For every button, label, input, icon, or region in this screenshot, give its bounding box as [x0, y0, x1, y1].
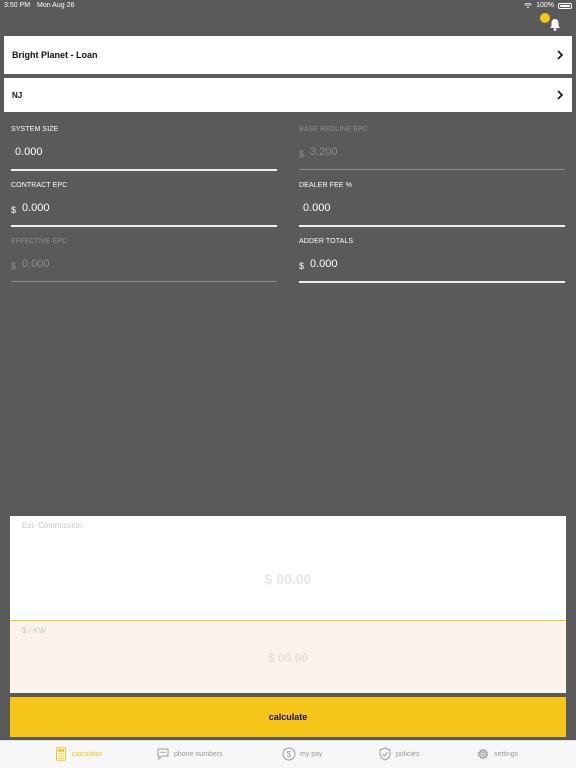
base-redline-epc-field: BASE REDLINE EPC $ 3.200 [299, 126, 565, 170]
state-selector[interactable]: NJ [4, 78, 572, 112]
adder-totals-label: ADDER TOTALS [299, 238, 354, 245]
effective-epc-label: EFFECTIVE EPC [11, 238, 68, 245]
base-redline-epc-value: 3.200 [310, 146, 338, 158]
status-time: 3:50 PM [4, 2, 31, 9]
battery-icon [558, 2, 572, 9]
commission-value: $ 00.00 [264, 571, 312, 587]
system-size-label: SYSTEM SIZE [11, 126, 59, 133]
calculator-icon [56, 747, 66, 761]
effective-epc-field: EFFECTIVE EPC $ 0.000 [11, 238, 277, 282]
chat-icon [157, 748, 169, 761]
field-underline [299, 225, 565, 227]
field-underline [11, 169, 277, 171]
dollar-icon: $ [282, 747, 296, 761]
field-underline [299, 281, 565, 283]
contract-epc-label: CONTRACT EPC [11, 182, 68, 189]
chevron-right-icon [557, 90, 564, 100]
status-bar: 3:50 PM Mon Aug 26 100% [0, 0, 576, 14]
tab-label: calculator [72, 750, 102, 758]
field-underline [299, 169, 565, 170]
tab-label: settings [494, 750, 519, 758]
wifi-icon [524, 2, 532, 8]
status-date: Mon Aug 26 [37, 2, 75, 9]
base-redline-epc-label: BASE REDLINE EPC [299, 126, 368, 133]
adder-totals-value[interactable]: 0.000 [310, 258, 338, 270]
shield-icon [379, 747, 391, 761]
contract-epc-field[interactable]: CONTRACT EPC $ 0.000 [11, 182, 277, 227]
system-size-value[interactable]: 0.000 [15, 146, 43, 158]
tab-label: my pay [300, 750, 323, 758]
currency-symbol: $ [299, 149, 305, 159]
state-selector-label: NJ [12, 90, 23, 100]
tab-policies[interactable]: policies [378, 747, 419, 761]
tab-bar: calculator phone numbers $ my pay polici… [0, 740, 576, 768]
per-kw-label: $ / KW [22, 626, 47, 635]
program-selector[interactable]: Bright Planet - Loan [4, 36, 572, 74]
tab-label: phone numbers [174, 750, 223, 758]
battery-percent: 100% [536, 2, 554, 9]
tab-calculator[interactable]: calculator [54, 747, 102, 761]
tab-label: policies [396, 750, 420, 758]
contract-epc-value[interactable]: 0.000 [22, 202, 50, 214]
dealer-fee-value[interactable]: 0.000 [303, 202, 331, 214]
system-size-field[interactable]: SYSTEM SIZE 0.000 [11, 126, 277, 171]
gear-icon [477, 748, 489, 760]
per-kw-value: $ 00.00 [267, 651, 309, 665]
per-kw-panel: $ / KW $ 00.00 [10, 621, 566, 693]
currency-symbol: $ [299, 261, 305, 271]
svg-text:$: $ [287, 750, 292, 759]
commission-panel: Est. Commission $ 00.00 [10, 516, 566, 621]
bell-icon[interactable] [548, 16, 562, 32]
tab-settings[interactable]: settings [476, 747, 518, 761]
field-underline [11, 281, 277, 282]
program-selector-label: Bright Planet - Loan [12, 50, 98, 60]
commission-label: Est. Commission [22, 521, 83, 530]
calculate-button[interactable]: calculate [10, 697, 566, 737]
field-underline [11, 225, 277, 227]
adder-totals-field[interactable]: ADDER TOTALS $ 0.000 [299, 238, 565, 283]
dealer-fee-field[interactable]: DEALER FEE % 0.000 [299, 182, 565, 227]
chevron-right-icon [557, 50, 564, 60]
dealer-fee-label: DEALER FEE % [299, 182, 352, 189]
effective-epc-value: 0.000 [22, 258, 50, 270]
tab-my-pay[interactable]: $ my pay [282, 747, 323, 761]
currency-symbol: $ [11, 261, 17, 271]
tab-phone-numbers[interactable]: phone numbers [156, 747, 223, 761]
currency-symbol: $ [11, 205, 17, 215]
